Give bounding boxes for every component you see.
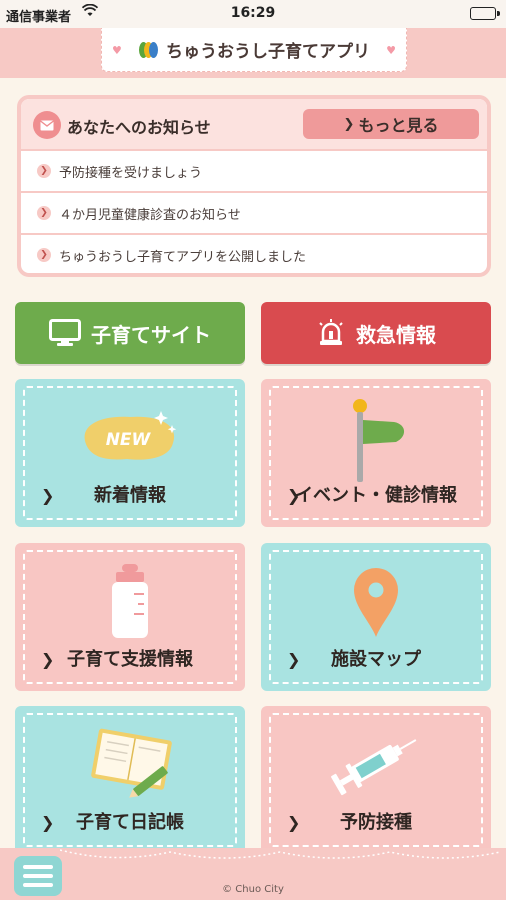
mail-icon [33, 111, 61, 139]
tile-events[interactable]: ❯ イベント・健診情報 [261, 379, 491, 527]
childcare-site-label: 子育てサイト [91, 322, 211, 347]
diary-icon [15, 720, 245, 804]
more-button[interactable]: ❯ もっと見る [303, 109, 479, 139]
chevron-right-icon: ❯ [37, 164, 51, 178]
tile-childcare-support[interactable]: ❯ 子育て支援情報 [15, 543, 245, 691]
siren-icon [319, 319, 343, 345]
copyright-text: © Chuo City [222, 884, 284, 895]
battery-icon [470, 7, 500, 20]
notice-title: あなたへのお知らせ [67, 118, 211, 137]
new-badge-text: NEW [106, 430, 152, 450]
emergency-info-label: 救急情報 [356, 322, 436, 347]
notice-item-text: ４か月児童健康診査のお知らせ [59, 207, 241, 223]
heart-icon: ♥ [386, 44, 396, 57]
heart-icon: ♥ [112, 44, 122, 57]
menu-icon-bar [23, 865, 53, 869]
garland-decoration [60, 849, 500, 859]
app-logo-icon [138, 40, 160, 60]
chevron-right-icon: ❯ [37, 248, 51, 262]
tile-label: 予防接種 [340, 812, 412, 833]
tile-vaccination[interactable]: ❯ 予防接種 [261, 706, 491, 854]
monitor-icon [49, 319, 81, 346]
notice-header: あなたへのお知らせ ❯ もっと見る [21, 99, 487, 149]
childcare-site-button[interactable]: 子育てサイト [15, 302, 245, 364]
emergency-info-button[interactable]: 救急情報 [261, 302, 491, 364]
tile-label: 子育て日記帳 [76, 812, 184, 833]
menu-icon-bar [23, 874, 53, 878]
title-plate: ♥ ちゅうおうし子育てアプリ ♥ [101, 28, 407, 72]
chevron-right-icon: ❯ [343, 116, 355, 132]
tile-label: 新着情報 [94, 485, 166, 506]
baby-bottle-icon [15, 561, 245, 643]
tile-facility-map[interactable]: ❯ 施設マップ [261, 543, 491, 691]
app-title: ちゅうおうし子育てアプリ [166, 42, 370, 62]
notice-panel: あなたへのお知らせ ❯ もっと見る ❯ 予防接種を受けましょう ❯ ４か月児童健… [17, 95, 491, 277]
tile-label: 子育て支援情報 [67, 649, 193, 670]
flag-icon [261, 393, 491, 485]
tile-diary[interactable]: ❯ 子育て日記帳 [15, 706, 245, 854]
clock: 16:29 [230, 5, 276, 21]
tile-news[interactable]: NEW ❯ 新着情報 [15, 379, 245, 527]
more-button-label: もっと見る [358, 116, 439, 135]
notice-item[interactable]: ❯ 予防接種を受けましょう [21, 149, 487, 191]
tile-label: 施設マップ [331, 649, 421, 670]
status-bar: 通信事業者 16:29 [0, 0, 506, 28]
notice-item-text: ちゅうおうし子育てアプリを公開しました [59, 249, 307, 265]
notice-item[interactable]: ❯ ４か月児童健康診査のお知らせ [21, 191, 487, 233]
tile-label: イベント・健診情報 [295, 485, 457, 506]
chevron-right-icon: ❯ [37, 206, 51, 220]
app-header: ♥ ちゅうおうし子育てアプリ ♥ [0, 28, 506, 78]
notice-item-text: 予防接種を受けましょう [59, 165, 203, 181]
new-badge-icon: NEW [15, 395, 245, 481]
notice-item[interactable]: ❯ ちゅうおうし子育てアプリを公開しました [21, 233, 487, 275]
notice-list: ❯ 予防接種を受けましょう ❯ ４か月児童健康診査のお知らせ ❯ ちゅうおうし子… [21, 149, 487, 275]
syringe-icon [261, 724, 491, 802]
map-pin-icon [261, 561, 491, 643]
footer-bar: © Chuo City [0, 848, 506, 900]
